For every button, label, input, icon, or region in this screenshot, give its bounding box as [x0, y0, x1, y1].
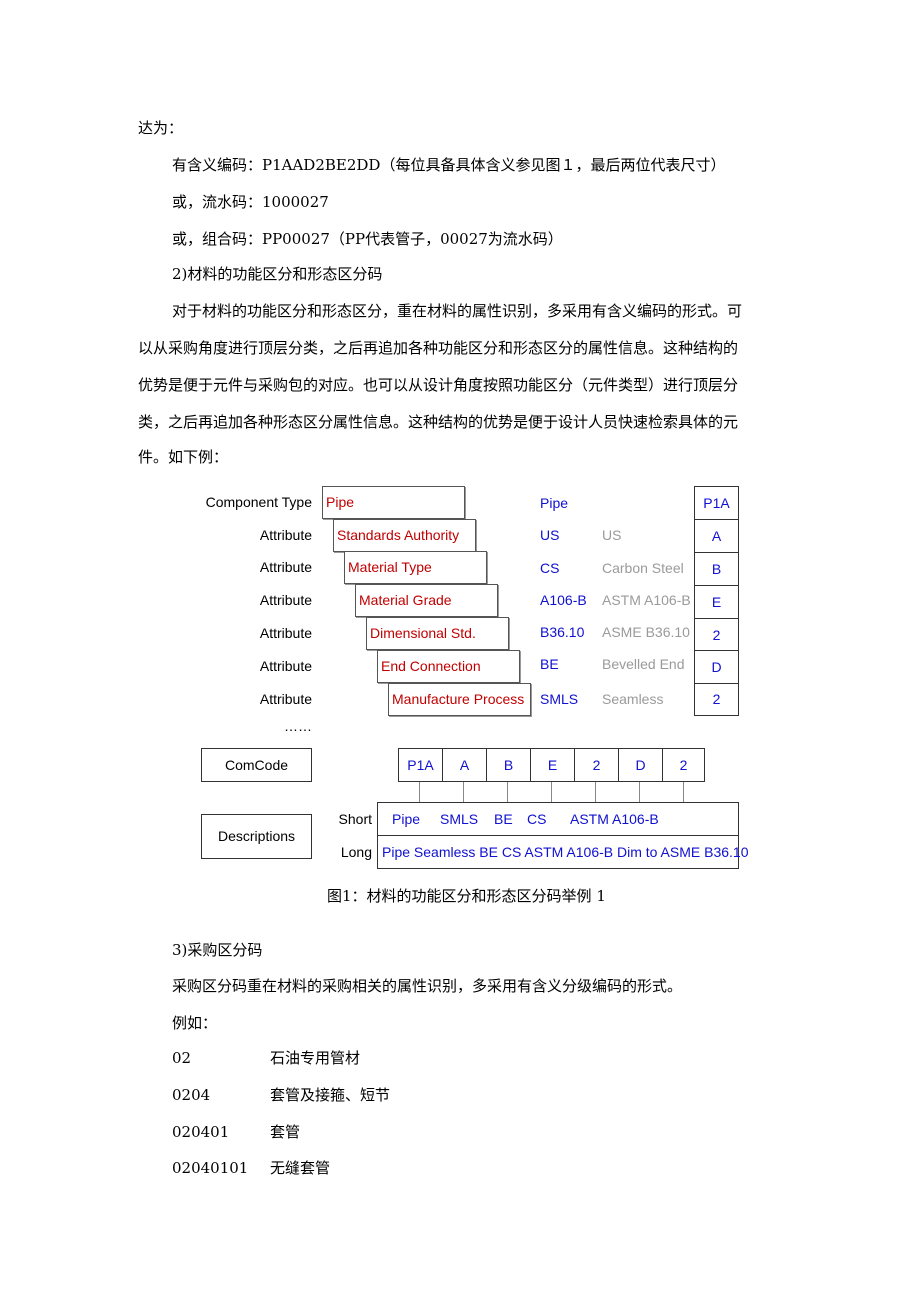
code-number: 020401	[172, 1123, 230, 1141]
row-label: Attribute	[259, 527, 312, 543]
code-name: 套管	[270, 1123, 301, 1141]
para-line: 类，之后再追加各种形态区分属性信息。这种结构的优势是便于设计人员快速检索具体的元	[138, 413, 739, 431]
attr-box: Dimensional Std.	[366, 617, 509, 650]
row-label: Component Type	[205, 494, 312, 510]
code-cell: B	[694, 552, 739, 586]
para-line: 以从采购角度进行顶层分类，之后再追加各种功能区分和形态区分的属性信息。这种结构的	[138, 339, 739, 357]
code-cell: E	[694, 585, 739, 619]
para-line: 有含义编码：P1AAD2BE2DD（每位具备具体含义参见图１，最后两位代表尺寸）	[172, 156, 726, 174]
ellipsis: ……	[284, 718, 312, 734]
row-label: Attribute	[259, 592, 312, 608]
connector-line	[419, 782, 420, 802]
code-number: 02040101	[172, 1159, 249, 1177]
short-item: Pipe	[392, 811, 421, 827]
attr-box: Manufacture Process	[388, 683, 531, 716]
section-heading: 2)材料的功能区分和形态区分码	[172, 265, 383, 283]
comcode-label-box: ComCode	[201, 748, 312, 782]
short-item: SMLS	[440, 811, 479, 827]
comcode-cell: E	[530, 748, 575, 782]
descriptions-label-box: Descriptions	[201, 814, 312, 859]
attr-abbr: Pipe	[540, 495, 569, 511]
attr-abbr: A106-B	[540, 592, 587, 608]
attr-box: Material Type	[344, 551, 487, 584]
attr-abbr: US	[540, 527, 560, 543]
code-cell: 2	[694, 618, 739, 652]
figure-caption: 图1：材料的功能区分和形态区分码举例 1	[327, 887, 606, 905]
connector-line	[639, 782, 640, 802]
code-cell: P1A	[694, 486, 739, 520]
row-label: Attribute	[259, 658, 312, 674]
comcode-cell: D	[618, 748, 663, 782]
comcode-cell: 2	[662, 748, 705, 782]
code-name: 无缝套管	[270, 1159, 331, 1177]
code-number: 0204	[172, 1086, 211, 1104]
attr-box: Pipe	[322, 486, 465, 519]
code-cell: D	[694, 650, 739, 684]
connector-line	[595, 782, 596, 802]
attr-abbr: BE	[540, 656, 559, 672]
row-label: Attribute	[259, 625, 312, 641]
code-cell: 2	[694, 683, 739, 716]
para-line: 优势是便于元件与采购包的对应。也可以从设计角度按照功能区分（元件类型）进行顶层分	[138, 376, 739, 394]
row-label: Attribute	[259, 691, 312, 707]
long-description: Pipe Seamless BE CS ASTM A106-B Dim to A…	[382, 844, 749, 860]
connector-line	[683, 782, 684, 802]
attr-desc: US	[602, 527, 622, 543]
row-label: Attribute	[259, 559, 312, 575]
section-heading: 3)采购区分码	[172, 941, 263, 959]
attr-abbr: SMLS	[540, 691, 579, 707]
attr-desc: Carbon Steel	[602, 560, 684, 576]
code-name: 套管及接箍、短节	[270, 1086, 391, 1104]
code-cell: A	[694, 519, 739, 553]
attr-desc: Seamless	[602, 691, 664, 707]
connector-line	[463, 782, 464, 802]
descriptions-divider	[378, 835, 738, 836]
comcode-cell: P1A	[398, 748, 443, 782]
short-label: Short	[338, 811, 372, 827]
short-item: ASTM A106-B	[570, 811, 659, 827]
comcode-cell: A	[442, 748, 487, 782]
para-line: 或，流水码：1000027	[172, 193, 329, 211]
comcode-cell: 2	[574, 748, 619, 782]
para-line: 对于材料的功能区分和形态区分，重在材料的属性识别，多采用有含义编码的形式。可	[172, 302, 743, 320]
short-item: BE	[494, 811, 513, 827]
long-label: Long	[340, 844, 372, 860]
attr-box: End Connection	[377, 650, 520, 683]
connector-line	[551, 782, 552, 802]
attr-box: Material Grade	[355, 584, 498, 617]
short-item: CS	[527, 811, 547, 827]
code-number: 02	[172, 1049, 192, 1067]
para-line: 或，组合码：PP00027（PP代表管子，00027为流水码）	[172, 230, 563, 248]
attr-abbr: CS	[540, 560, 560, 576]
connector-line	[507, 782, 508, 802]
attr-desc: ASTM A106-B	[602, 592, 691, 608]
attr-desc: ASME B36.10	[602, 624, 690, 640]
para-line: 件。如下例：	[138, 448, 229, 466]
attr-abbr: B36.10	[540, 624, 585, 640]
para-line: 达为：	[138, 119, 184, 137]
attr-box: Standards Authority	[333, 519, 476, 552]
para-line: 采购区分码重在材料的采购相关的属性识别，多采用有含义分级编码的形式。	[172, 977, 683, 995]
para-line: 例如：	[172, 1014, 218, 1032]
code-name: 石油专用管材	[270, 1049, 361, 1067]
comcode-cell: B	[486, 748, 531, 782]
attr-desc: Bevelled End	[602, 656, 685, 672]
